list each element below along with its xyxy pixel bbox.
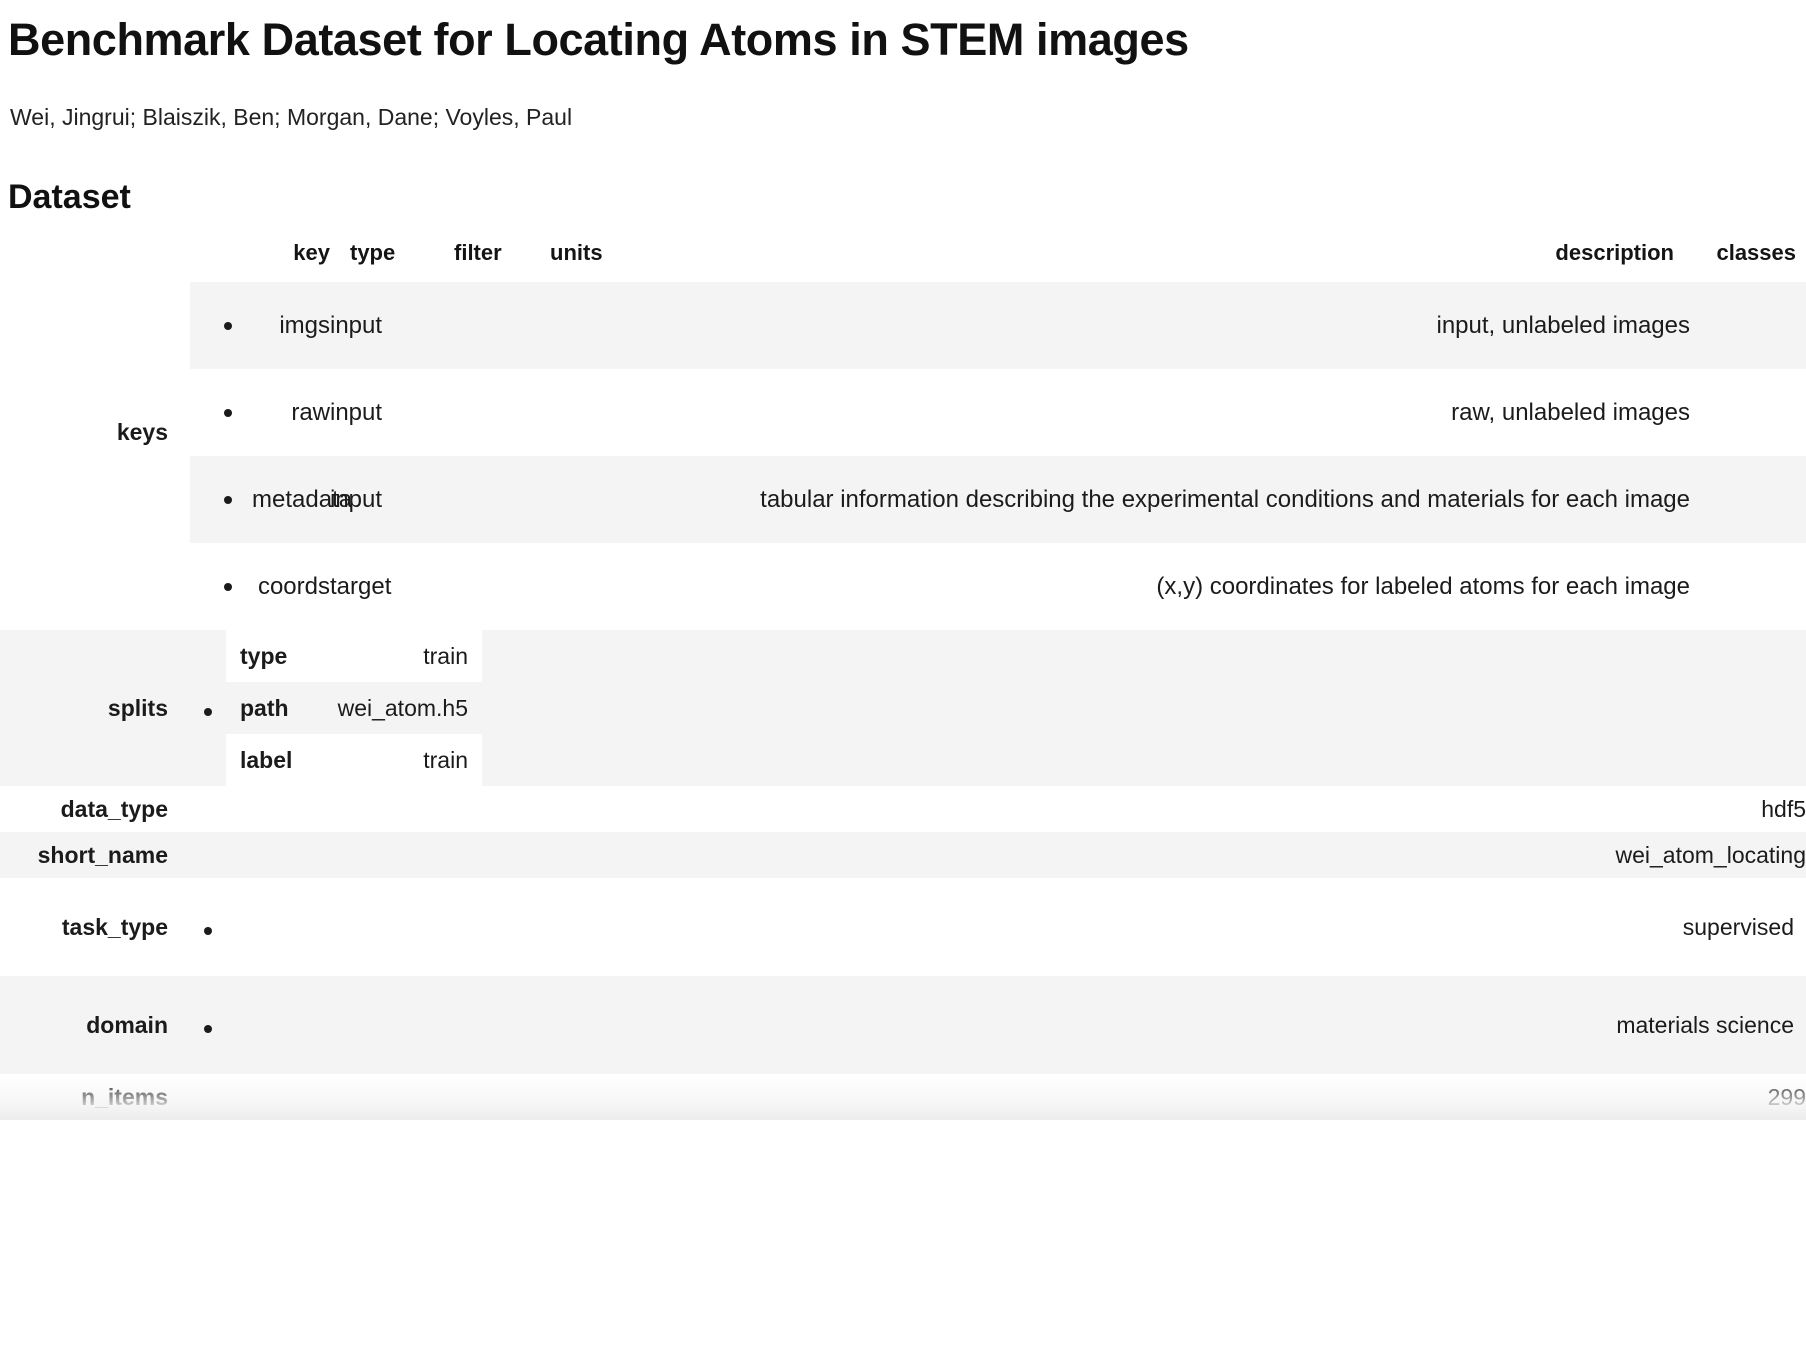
list-bullet: [190, 456, 252, 544]
table-row: imgs input input, unlabeled images: [190, 282, 1806, 370]
units-value: [538, 543, 640, 630]
bullet-icon: [224, 583, 232, 592]
list-bullet: [190, 695, 226, 722]
type-value: target: [330, 572, 392, 600]
splits-field-path: path: [240, 694, 289, 721]
keys-col-description: description: [640, 234, 1690, 283]
description-value: (x,y) coordinates for labeled atoms for …: [1156, 572, 1690, 600]
type-value: input: [330, 456, 442, 544]
bullet-icon: [204, 1024, 212, 1033]
filter-value: [442, 282, 538, 370]
key-value: imgs: [252, 282, 330, 370]
description-value: input, unlabeled images: [640, 282, 1690, 370]
units-value: [538, 282, 640, 370]
keys-col-filter: filter: [442, 234, 538, 283]
metadata-row-data-type: data_type hdf5: [0, 786, 1806, 832]
description-value: raw, unlabeled images: [1451, 398, 1690, 426]
row-label-n-items: n_items: [81, 1083, 168, 1110]
splits-field-label: label: [226, 734, 322, 787]
classes-value: [1690, 282, 1806, 370]
list-bullet: [190, 282, 252, 370]
keys-col-bullet: [190, 234, 252, 283]
metadata-row-short-name: short_name wei_atom_locating: [0, 832, 1806, 879]
row-label-task-type: task_type: [61, 913, 168, 940]
splits-value-type: train: [322, 630, 482, 683]
table-row: raw input raw, unlabeled images: [190, 369, 1806, 456]
description-value: tabular information describing the exper…: [640, 456, 1690, 544]
splits-value-path: wei_atom.h5: [337, 694, 468, 721]
authors-line: Wei, Jingrui; Blaiszik, Ben; Morgan, Dan…: [10, 103, 573, 130]
page-title: Benchmark Dataset for Locating Atoms in …: [8, 14, 1189, 65]
filter-value: [442, 369, 538, 456]
filter-value: [442, 543, 538, 630]
splits-table: type train path wei_atom.h5 label train: [226, 630, 482, 787]
section-heading-dataset: Dataset: [8, 178, 131, 217]
table-row: coords target (x,y) coordinates for labe…: [190, 543, 1806, 630]
keys-cell: key type filter units description classe…: [190, 234, 1806, 630]
row-value-task-type: supervised: [190, 878, 1806, 976]
keys-col-units: units: [538, 234, 640, 283]
row-value-data-type: hdf5: [1761, 795, 1806, 822]
type-value: input: [330, 282, 442, 370]
keys-col-type: type: [330, 234, 442, 283]
row-label-short-name: short_name: [0, 832, 190, 879]
bullet-icon: [224, 322, 232, 331]
list-bullet: [190, 914, 226, 941]
table-row: metadata input tabular information descr…: [190, 456, 1806, 544]
table-row: type train: [226, 630, 482, 683]
units-value: [538, 369, 640, 456]
metadata-row-keys: keys key type filter units description c…: [0, 234, 1806, 630]
task-type-value: supervised: [1682, 913, 1794, 940]
dataset-page: Benchmark Dataset for Locating Atoms in …: [0, 0, 1806, 1121]
bullet-icon: [204, 926, 212, 935]
splits-value-label: train: [322, 734, 482, 787]
classes-value: [1690, 543, 1806, 630]
table-row: path wei_atom.h5: [226, 682, 482, 734]
key-value: metadata: [252, 456, 352, 544]
row-value-n-items: 299: [1767, 1083, 1806, 1110]
keys-table: key type filter units description classe…: [190, 234, 1806, 630]
key-value: coords: [257, 572, 330, 600]
list-bullet: [190, 1012, 226, 1039]
metadata-row-domain: domain materials science: [0, 976, 1806, 1075]
row-label-domain: domain: [0, 976, 190, 1075]
dataset-metadata-table: keys key type filter units description c…: [0, 234, 1806, 1120]
row-value-domain: materials science: [190, 976, 1806, 1075]
metadata-row-n-items: n_items 299: [0, 1074, 1806, 1120]
list-bullet: [190, 369, 252, 456]
row-label-data-type: data_type: [60, 795, 168, 822]
classes-value: [1690, 456, 1806, 544]
metadata-row-splits: splits type train path wei_atom.h5 label…: [0, 630, 1806, 787]
bullet-icon: [204, 707, 212, 716]
keys-col-classes: classes: [1690, 234, 1806, 283]
splits-field-type: type: [226, 630, 322, 683]
row-value-short-name: wei_atom_locating: [190, 832, 1806, 879]
keys-header-row: key type filter units description classe…: [190, 234, 1806, 283]
domain-list: materials science: [190, 1012, 1806, 1039]
task-type-list: supervised: [190, 914, 1806, 941]
key-value: raw: [291, 398, 330, 426]
splits-list-item: type train path wei_atom.h5 label train: [190, 630, 1806, 787]
units-value: [538, 456, 640, 544]
keys-table-body: imgs input input, unlabeled images raw i…: [190, 282, 1806, 630]
list-bullet: [190, 543, 252, 630]
row-label-splits: splits: [0, 630, 190, 787]
keys-table-head: key type filter units description classe…: [190, 234, 1806, 283]
domain-value: materials science: [1616, 1011, 1794, 1038]
metadata-row-task-type: task_type supervised: [0, 878, 1806, 976]
keys-col-key: key: [252, 234, 330, 283]
bullet-icon: [224, 496, 232, 505]
type-value: input: [330, 398, 383, 426]
splits-cell: type train path wei_atom.h5 label train: [190, 630, 1806, 787]
classes-value: [1690, 369, 1806, 456]
filter-value: [442, 456, 538, 544]
row-label-keys: keys: [116, 418, 168, 445]
table-row: label train: [226, 734, 482, 787]
bullet-icon: [224, 409, 232, 418]
